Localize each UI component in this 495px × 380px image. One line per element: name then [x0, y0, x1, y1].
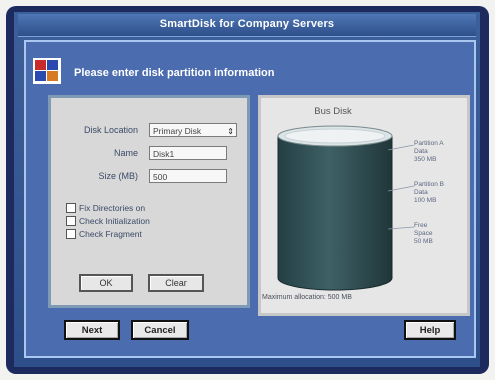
- disk-cylinder-graphic: [277, 125, 393, 291]
- next-button[interactable]: Next: [64, 320, 120, 340]
- help-button[interactable]: Help: [404, 320, 456, 340]
- app-logo-icon: [33, 58, 61, 84]
- window-titlebar[interactable]: SmartDisk for Company Servers: [18, 14, 476, 37]
- dropdown-arrow-icon[interactable]: ⇕: [227, 125, 234, 139]
- window-title: SmartDisk for Company Servers: [159, 18, 335, 30]
- partition-b-annotation: Partition B Data 100 MB: [414, 181, 444, 205]
- partition-a-annotation: Partition A Data 350 MB: [414, 140, 444, 164]
- check-fragment-label: Check Fragment: [79, 229, 142, 239]
- disk-preview-title: Bus Disk: [314, 106, 352, 117]
- annotation-line: Data: [414, 148, 428, 155]
- cancel-button[interactable]: Cancel: [131, 320, 189, 340]
- free-space-annotation: Free Space 50 MB: [414, 222, 433, 246]
- annotation-line: Partition B: [414, 181, 444, 188]
- name-input[interactable]: Disk1: [149, 146, 227, 160]
- check-fragment-checkbox-row[interactable]: Check Fragment: [66, 228, 142, 240]
- size-input[interactable]: 500: [149, 169, 227, 183]
- allocation-footer: Maximum allocation: 500 MB: [262, 294, 352, 301]
- clear-button[interactable]: Clear: [148, 274, 204, 292]
- annotation-line: 350 MB: [414, 156, 437, 163]
- fix-directories-checkbox-row[interactable]: Fix Directories on: [66, 202, 145, 214]
- annotation-connectors: [388, 145, 415, 230]
- dialog-prompt: Please enter disk partition information: [74, 67, 275, 79]
- annotation-line: 100 MB: [414, 197, 437, 204]
- annotation-line: Space: [414, 230, 433, 237]
- name-label: Name: [113, 148, 138, 158]
- fix-directories-label: Fix Directories on: [79, 203, 146, 213]
- check-initialization-checkbox[interactable]: [66, 216, 76, 226]
- size-label: Size (MB): [98, 171, 138, 181]
- annotation-line: Partition A: [414, 140, 444, 147]
- annotation-line: 50 MB: [414, 238, 433, 245]
- check-initialization-label: Check Initialization: [79, 216, 150, 226]
- check-fragment-checkbox[interactable]: [66, 229, 76, 239]
- annotation-line: Free: [414, 222, 428, 229]
- annotation-line: Data: [414, 189, 428, 196]
- disk-location-value: Primary Disk: [153, 126, 202, 136]
- ok-button[interactable]: OK: [79, 274, 133, 292]
- disk-location-select[interactable]: Primary Disk ⇕: [149, 123, 237, 137]
- disk-location-label: Disk Location: [83, 125, 138, 135]
- check-initialization-checkbox-row[interactable]: Check Initialization: [66, 215, 150, 227]
- fix-directories-checkbox[interactable]: [66, 203, 76, 213]
